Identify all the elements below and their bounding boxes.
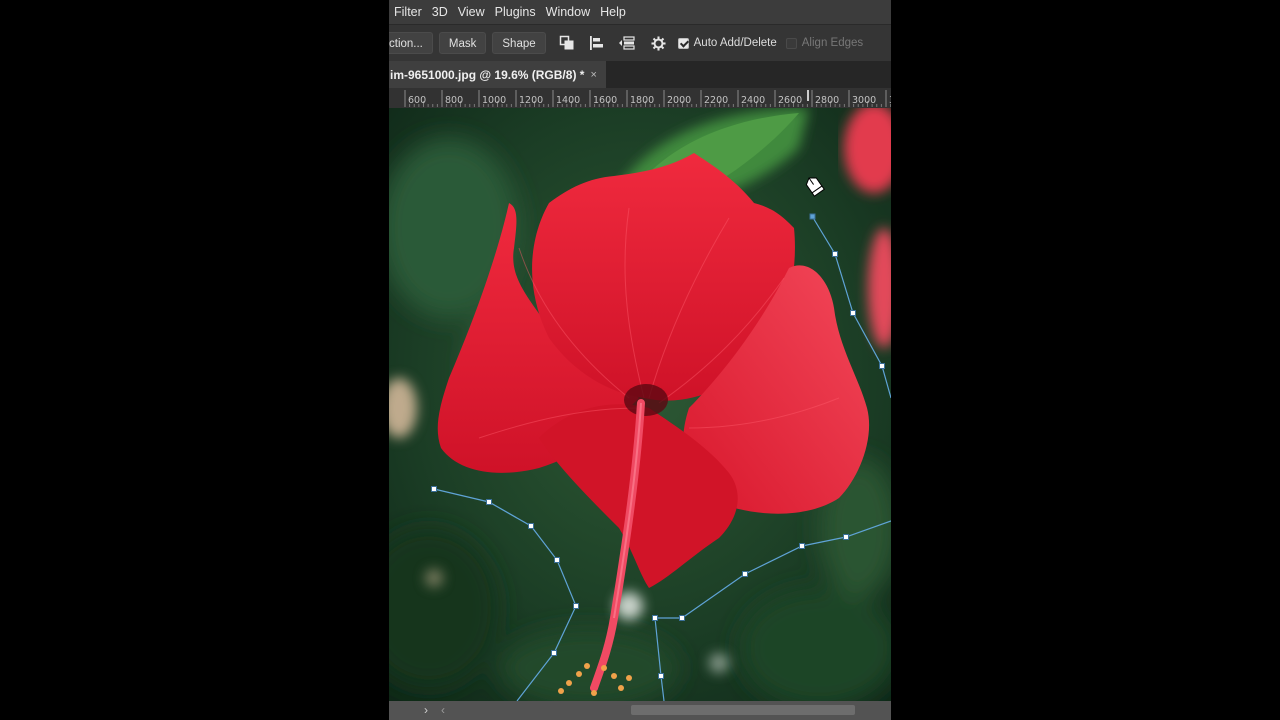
scroll-right-arrow-icon[interactable]: › <box>424 703 428 717</box>
ruler-tick-label: 3000 <box>852 95 876 106</box>
ruler-tick-label: 1600 <box>593 95 617 106</box>
ruler-tick-label: 3 <box>889 95 891 106</box>
ruler-tick-label: 2800 <box>815 95 839 106</box>
ruler-tick-label: 1000 <box>482 95 506 106</box>
ruler-ticks: 600 800 1000 1200 1400 1600 1800 2000 2200 2400 26… <box>404 90 891 107</box>
ruler-tick-label: 2600 <box>778 95 802 106</box>
ruler-tick-label: 800 <box>445 95 463 106</box>
menu-plugins[interactable]: Plugins <box>490 5 541 19</box>
auto-add-delete-label: Auto Add/Delete <box>693 37 777 49</box>
ruler-tick-label: 1200 <box>519 95 543 106</box>
document-tab[interactable]: im-9651000.jpg @ 19.6% (RGB/8) * × <box>389 61 606 88</box>
make-selection-button[interactable]: ction... <box>389 32 433 54</box>
document-tab-title: im-9651000.jpg @ 19.6% (RGB/8) * <box>390 67 585 82</box>
scroll-left-arrow-icon[interactable]: ‹ <box>441 703 445 717</box>
menu-view[interactable]: View <box>453 5 490 19</box>
horizontal-ruler: 600 800 1000 1200 1400 1600 1800 2000 2200 2400 26… <box>389 88 891 109</box>
shape-button[interactable]: Shape <box>492 32 546 54</box>
hibiscus-image <box>389 108 891 701</box>
ruler-tick-label: 2400 <box>741 95 765 106</box>
menu-help[interactable]: Help <box>595 5 631 19</box>
path-arrangement-icon[interactable] <box>616 32 638 54</box>
align-edges-label: Align Edges <box>801 37 864 49</box>
document-tab-bar: im-9651000.jpg @ 19.6% (RGB/8) * × <box>389 61 891 88</box>
scroll-thumb[interactable] <box>631 705 855 715</box>
auto-add-delete-checkbox[interactable] <box>677 37 689 49</box>
path-operations-icon[interactable] <box>556 32 578 54</box>
close-icon[interactable]: × <box>590 69 596 81</box>
photoshop-window: Filter 3D View Plugins Window Help ction… <box>389 0 891 720</box>
ruler-tick-label: 1400 <box>556 95 580 106</box>
menu-bar: Filter 3D View Plugins Window Help <box>389 0 891 24</box>
align-edges-checkbox[interactable] <box>785 37 797 49</box>
ruler-tick-label: 600 <box>408 95 426 106</box>
ruler-tick-label: 1800 <box>630 95 654 106</box>
options-bar: ction... Mask Shape Auto Add/Delete Alig… <box>389 24 891 62</box>
mask-button[interactable]: Mask <box>438 32 487 54</box>
document-canvas[interactable] <box>389 108 891 701</box>
ruler-tick-label: 2200 <box>704 95 728 106</box>
menu-window[interactable]: Window <box>541 5 595 19</box>
ruler-tick-label: 2000 <box>667 95 691 106</box>
horizontal-scrollbar[interactable]: › ‹ <box>389 701 891 720</box>
menu-3d[interactable]: 3D <box>427 5 453 19</box>
menu-filter[interactable]: Filter <box>389 5 427 19</box>
path-alignment-icon[interactable] <box>586 32 608 54</box>
gear-icon[interactable] <box>648 32 670 54</box>
